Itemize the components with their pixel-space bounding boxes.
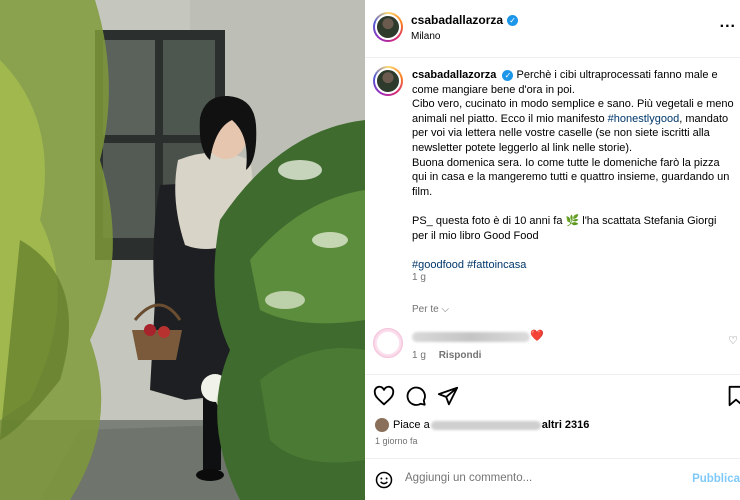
commenter-avatar[interactable] [373,328,403,358]
comment-time: 1 g [412,350,426,361]
caption-section: csabadallazorza ✓ Perchè i cibi ultrapro… [365,58,740,374]
hashtag-link[interactable]: #honestlygood [608,113,680,125]
caption-time: 1 g [412,272,426,283]
reply-button[interactable]: Rispondi [439,350,482,361]
save-bookmark-icon[interactable] [725,385,740,407]
blurred-liker-name [430,420,541,430]
liker-avatar [375,418,389,432]
post-panel: csabadallazorza ✓ Milano ... csabadallaz… [365,0,740,500]
comment-heart-emoji: ❤️ [530,330,544,342]
blurred-comment-text [412,332,530,342]
author-username[interactable]: csabadallazorza [411,13,503,27]
comment-meta: 1 g Rispondi [412,350,481,361]
caption-line: Buona domenica sera. Io come tutte le do… [412,156,730,198]
photo-illustration [0,0,365,500]
verified-badge-icon: ✓ [507,14,519,26]
see-translation-link[interactable]: Per te ⌵ [412,304,449,315]
more-options-icon[interactable]: ... [720,14,736,32]
caption-avatar[interactable] [373,66,403,96]
author-name-row: csabadallazorza ✓ [411,13,519,27]
post-date: 1 giorno fa [375,436,418,446]
publish-button[interactable]: Pubblica [692,473,740,485]
verified-badge-icon: ✓ [502,70,514,81]
add-comment-bar: Pubblica [365,458,740,500]
likes-summary[interactable]: Piace a altri 2316 [375,418,589,432]
caption-line: PS_ questa foto è di 10 anni fa 🌿 l'ha s… [412,214,717,242]
hashtag-link[interactable]: #goodfood [412,259,464,271]
emoji-smile-icon[interactable] [375,471,393,489]
comment-input[interactable] [405,472,675,484]
post-header: csabadallazorza ✓ Milano ... [365,0,740,58]
comment-bubble-icon[interactable] [405,385,427,407]
hashtag-link[interactable]: #fattoincasa [467,259,526,271]
caption-username[interactable]: csabadallazorza [412,69,496,81]
likes-count[interactable]: altri 2316 [542,419,590,431]
post-photo [0,0,365,500]
post-location[interactable]: Milano [411,31,440,42]
comment-item: ❤️ 1 g Rispondi ♡ [365,326,740,366]
author-avatar[interactable] [373,12,403,42]
like-heart-icon[interactable] [373,385,395,407]
caption-text: csabadallazorza ✓ Perchè i cibi ultrapro… [412,68,734,272]
likes-prefix: Piace a [393,419,430,431]
share-send-icon[interactable] [437,385,459,407]
comment-like-icon[interactable]: ♡ [728,334,738,347]
action-bar [365,374,740,416]
